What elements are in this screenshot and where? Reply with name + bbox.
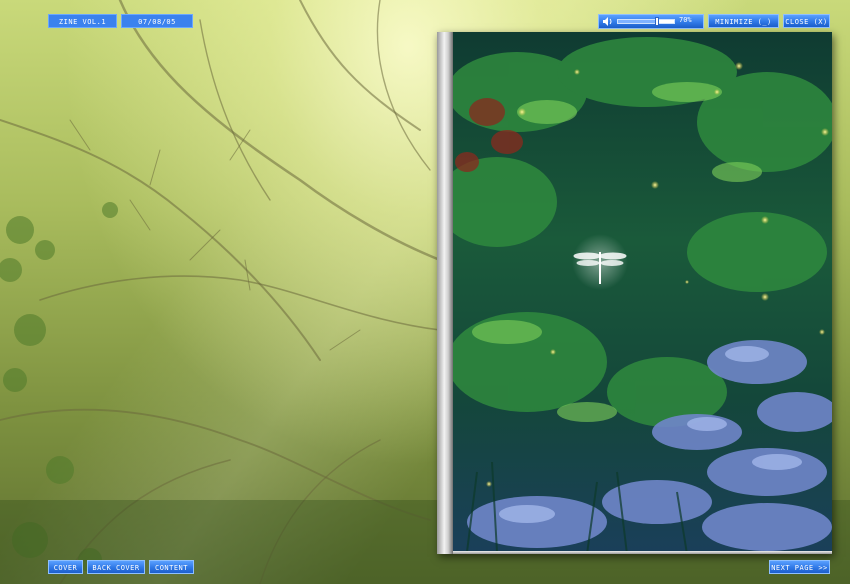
next-page-button[interactable]: NEXT PAGE >> <box>769 560 830 574</box>
volume-percent: 70% <box>679 16 692 24</box>
back-cover-button[interactable]: BACK COVER <box>87 560 145 574</box>
close-button[interactable]: CLOSE (X) <box>783 14 830 28</box>
zine-title-label: ZINE VOL.1 <box>48 14 117 28</box>
volume-slider-handle[interactable] <box>655 17 660 26</box>
speaker-icon[interactable] <box>602 16 614 27</box>
volume-fill <box>618 20 658 23</box>
minimize-button[interactable]: MINIMIZE (_) <box>708 14 779 28</box>
volume-slider[interactable] <box>617 17 675 26</box>
content-button[interactable]: CONTENT <box>149 560 194 574</box>
cover-button[interactable]: COVER <box>48 560 83 574</box>
date-label: 07/08/05 <box>121 14 193 28</box>
page-artwork-dragonfly-forest <box>437 32 832 554</box>
page-edge <box>453 551 832 554</box>
volume-control[interactable]: 70% <box>598 14 704 29</box>
book-page[interactable] <box>437 32 832 554</box>
page-spine <box>437 32 453 554</box>
